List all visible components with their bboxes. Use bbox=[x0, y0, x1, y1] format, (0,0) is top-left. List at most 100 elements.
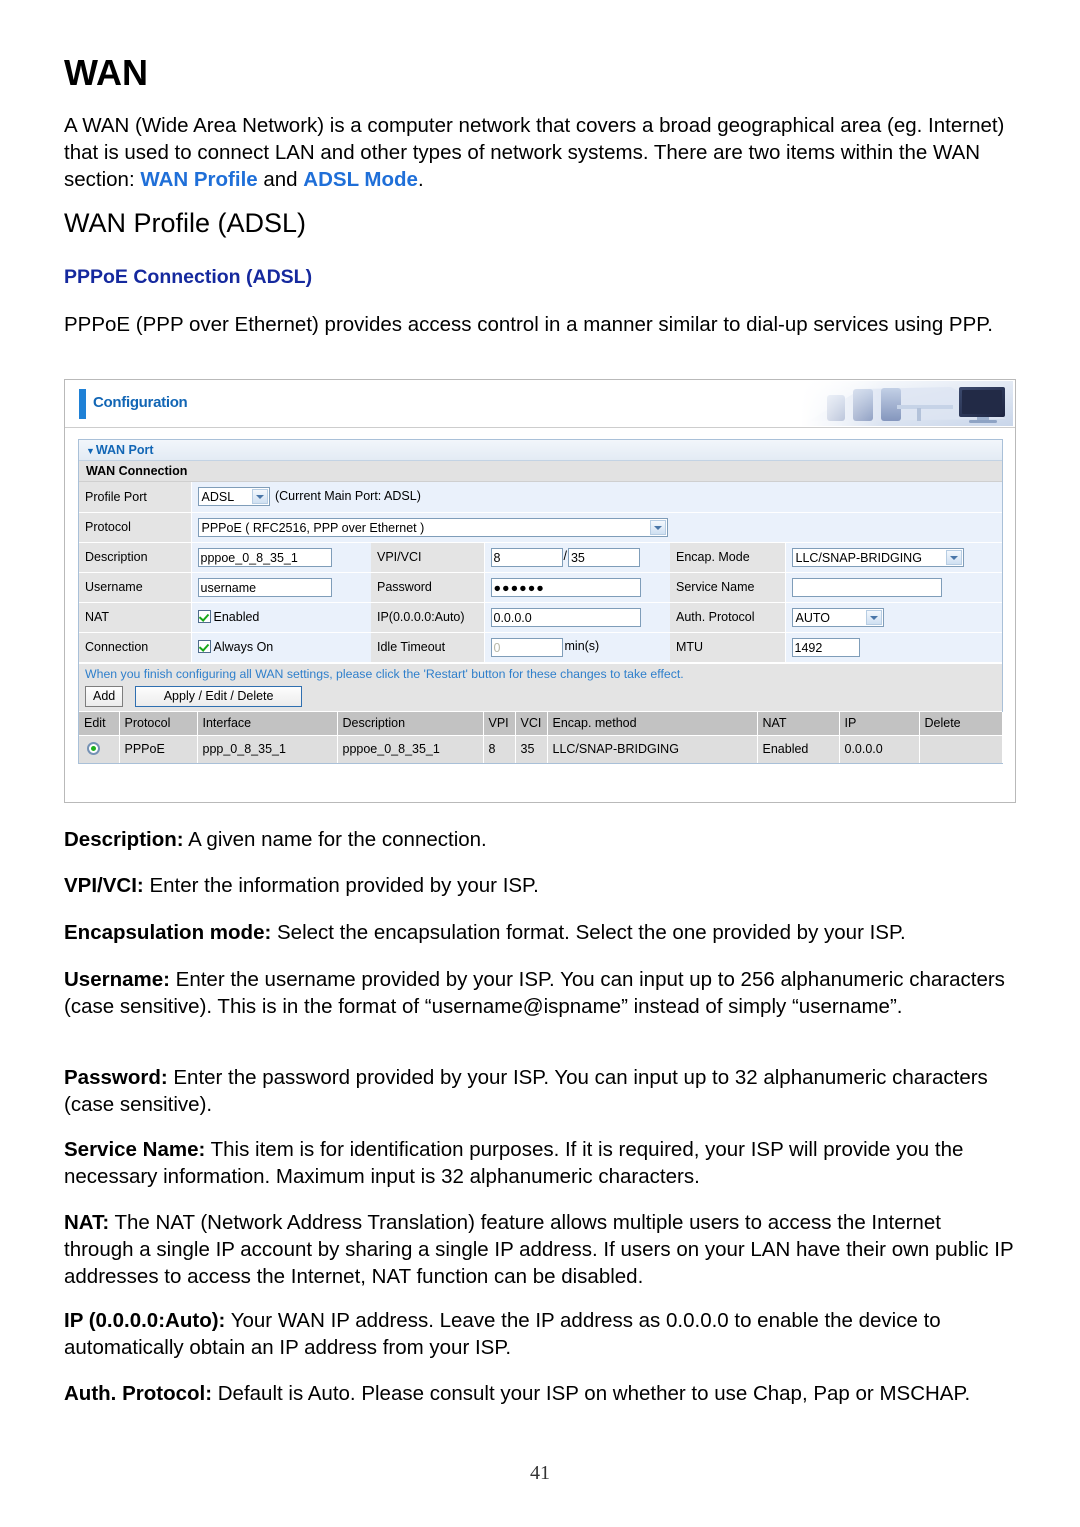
mtu-input[interactable]: 1492 bbox=[791, 637, 860, 657]
form-row-protocol: Protocol PPPoE ( RFC2516, PPP over Ether… bbox=[79, 512, 1003, 543]
term-nat: NAT: bbox=[64, 1211, 110, 1234]
ip-cell: 0.0.0.0 bbox=[484, 602, 670, 633]
definition-username: Username: Enter the username provided by… bbox=[64, 966, 1016, 1020]
chevron-down-icon[interactable] bbox=[865, 609, 882, 625]
vpivci-cell: 8/35 bbox=[484, 542, 670, 573]
intro-text-mid: and bbox=[257, 168, 304, 191]
auth-protocol-select[interactable]: AUTO bbox=[791, 607, 884, 627]
definition-encapsulation: Encapsulation mode: Select the encapsula… bbox=[64, 919, 1016, 946]
restart-note-text: When you finish configuring all WAN sett… bbox=[85, 666, 684, 681]
term-vpivci: VPI/VCI: bbox=[64, 874, 144, 897]
router-ui-header: Configuration bbox=[65, 380, 1015, 428]
column-header-edit: Edit bbox=[79, 711, 120, 736]
term-description: Description: bbox=[64, 828, 184, 851]
collapse-caret-icon[interactable]: ▼ bbox=[86, 446, 95, 456]
auth-protocol-label: Auth. Protocol bbox=[670, 602, 786, 633]
form-row-username: Username username Password ●●●●●● Servic… bbox=[79, 572, 1003, 603]
configuration-title: Configuration bbox=[93, 394, 188, 411]
edit-radio-button[interactable] bbox=[87, 742, 100, 756]
wan-profiles-table: Edit Protocol Interface Description VPI … bbox=[79, 711, 1003, 763]
ip-input[interactable]: 0.0.0.0 bbox=[490, 607, 641, 627]
ip-label: IP(0.0.0.0:Auto) bbox=[371, 602, 485, 633]
description-cell: pppoe_0_8_35_1 bbox=[191, 542, 371, 573]
row-delete[interactable] bbox=[919, 735, 1003, 763]
section-heading-pppoe: PPPoE Connection (ADSL) bbox=[64, 266, 313, 288]
description-input[interactable]: pppoe_0_8_35_1 bbox=[197, 547, 332, 567]
protocol-select[interactable]: PPPoE ( RFC2516, PPP over Ethernet ) bbox=[197, 517, 668, 537]
definition-ip: IP (0.0.0.0:Auto): Your WAN IP address. … bbox=[64, 1307, 1016, 1361]
vpi-input[interactable]: 8 bbox=[490, 547, 563, 567]
page-title: WAN bbox=[64, 52, 148, 93]
username-input[interactable]: username bbox=[197, 577, 332, 597]
restart-note-row: When you finish configuring all WAN sett… bbox=[79, 662, 1002, 711]
wan-port-section-header[interactable]: ▼WAN Port bbox=[79, 440, 1002, 461]
form-row-description: Description pppoe_0_8_35_1 VPI/VCI 8/35 … bbox=[79, 542, 1003, 573]
text-username: Enter the username provided by your ISP.… bbox=[64, 968, 1005, 1018]
profile-port-select[interactable]: ADSL bbox=[197, 487, 270, 507]
section-subtitle: WAN Profile (ADSL) bbox=[64, 208, 307, 238]
chevron-down-icon[interactable] bbox=[649, 519, 666, 535]
row-edit-cell bbox=[79, 735, 120, 763]
vpivci-separator: / bbox=[563, 549, 567, 564]
pppoe-paragraph: PPPoE (PPP over Ethernet) provides acces… bbox=[64, 313, 994, 336]
table-row: PPPoE ppp_0_8_35_1 pppoe_0_8_35_1 8 35 L… bbox=[79, 735, 1003, 763]
text-auth-protocol: Default is Auto. Please consult your ISP… bbox=[212, 1382, 971, 1405]
form-row-profile-port: Profile Port ADSL (Current Main Port: AD… bbox=[79, 482, 1003, 513]
password-input[interactable]: ●●●●●● bbox=[490, 577, 641, 597]
wan-connection-label: WAN Connection bbox=[86, 464, 188, 478]
definition-password: Password: Enter the password provided by… bbox=[64, 1064, 1016, 1118]
intro-text-after: . bbox=[417, 168, 424, 191]
encap-mode-label: Encap. Mode bbox=[670, 542, 786, 573]
always-on-label: Always On bbox=[213, 640, 274, 654]
idle-timeout-cell: 0 min(s) bbox=[484, 632, 670, 663]
term-password: Password: bbox=[64, 1066, 168, 1089]
idle-timeout-input[interactable]: 0 bbox=[490, 637, 563, 657]
column-header-ip: IP bbox=[839, 711, 920, 736]
office-banner-image bbox=[801, 381, 1013, 426]
intro-paragraph: A WAN (Wide Area Network) is a computer … bbox=[64, 112, 1016, 193]
encap-mode-cell: LLC/SNAP-BRIDGING bbox=[785, 542, 1003, 573]
nat-cell: Enabled bbox=[191, 602, 371, 633]
column-header-vpi: VPI bbox=[483, 711, 516, 736]
profile-port-label: Profile Port bbox=[79, 482, 192, 513]
vci-input[interactable]: 35 bbox=[567, 547, 640, 567]
encap-mode-select[interactable]: LLC/SNAP-BRIDGING bbox=[791, 547, 964, 567]
wan-connection-subheader: WAN Connection bbox=[79, 461, 1002, 482]
row-protocol: PPPoE bbox=[119, 735, 198, 763]
protocol-selected-value: PPPoE ( RFC2516, PPP over Ethernet ) bbox=[201, 520, 425, 535]
manual-page: WAN A WAN (Wide Area Network) is a compu… bbox=[0, 0, 1080, 1527]
description-label: Description bbox=[79, 542, 192, 573]
row-ip: 0.0.0.0 bbox=[839, 735, 920, 763]
term-ip: IP (0.0.0.0:Auto): bbox=[64, 1309, 226, 1332]
username-label: Username bbox=[79, 572, 192, 603]
row-vpi: 8 bbox=[483, 735, 516, 763]
column-header-encap-method: Encap. method bbox=[547, 711, 758, 736]
form-row-connection: Connection Always On Idle Timeout 0 min(s… bbox=[79, 632, 1003, 663]
protocol-cell: PPPoE ( RFC2516, PPP over Ethernet ) bbox=[191, 512, 1003, 543]
password-cell: ●●●●●● bbox=[484, 572, 670, 603]
column-header-nat: NAT bbox=[757, 711, 840, 736]
nat-label: NAT bbox=[79, 602, 192, 633]
column-header-delete: Delete bbox=[919, 711, 1003, 736]
term-auth-protocol: Auth. Protocol: bbox=[64, 1382, 213, 1405]
chevron-down-icon[interactable] bbox=[251, 489, 268, 505]
apply-edit-delete-button[interactable]: Apply / Edit / Delete bbox=[134, 685, 303, 707]
row-description: pppoe_0_8_35_1 bbox=[337, 735, 484, 763]
auth-protocol-selected-value: AUTO bbox=[795, 610, 831, 625]
vpivci-label: VPI/VCI bbox=[371, 542, 485, 573]
add-button[interactable]: Add bbox=[85, 685, 124, 707]
text-password: Enter the password provided by your ISP.… bbox=[64, 1066, 988, 1116]
chevron-down-icon[interactable] bbox=[945, 549, 962, 565]
service-name-input[interactable] bbox=[791, 577, 942, 597]
profile-port-selected-value: ADSL bbox=[201, 490, 235, 505]
column-header-description: Description bbox=[337, 711, 484, 736]
always-on-checkbox[interactable] bbox=[197, 640, 211, 653]
link-wan-profile[interactable]: WAN Profile bbox=[140, 168, 257, 191]
wan-port-panel: ▼WAN Port WAN Connection Profile Port AD… bbox=[78, 439, 1003, 764]
text-vpivci: Enter the information provided by your I… bbox=[143, 874, 539, 897]
table-header-row: Edit Protocol Interface Description VPI … bbox=[79, 711, 1003, 736]
profile-port-hint: (Current Main Port: ADSL) bbox=[274, 489, 421, 504]
link-adsl-mode[interactable]: ADSL Mode bbox=[303, 168, 418, 191]
definition-auth-protocol: Auth. Protocol: Default is Auto. Please … bbox=[64, 1380, 1016, 1407]
nat-enabled-checkbox[interactable] bbox=[197, 610, 211, 623]
